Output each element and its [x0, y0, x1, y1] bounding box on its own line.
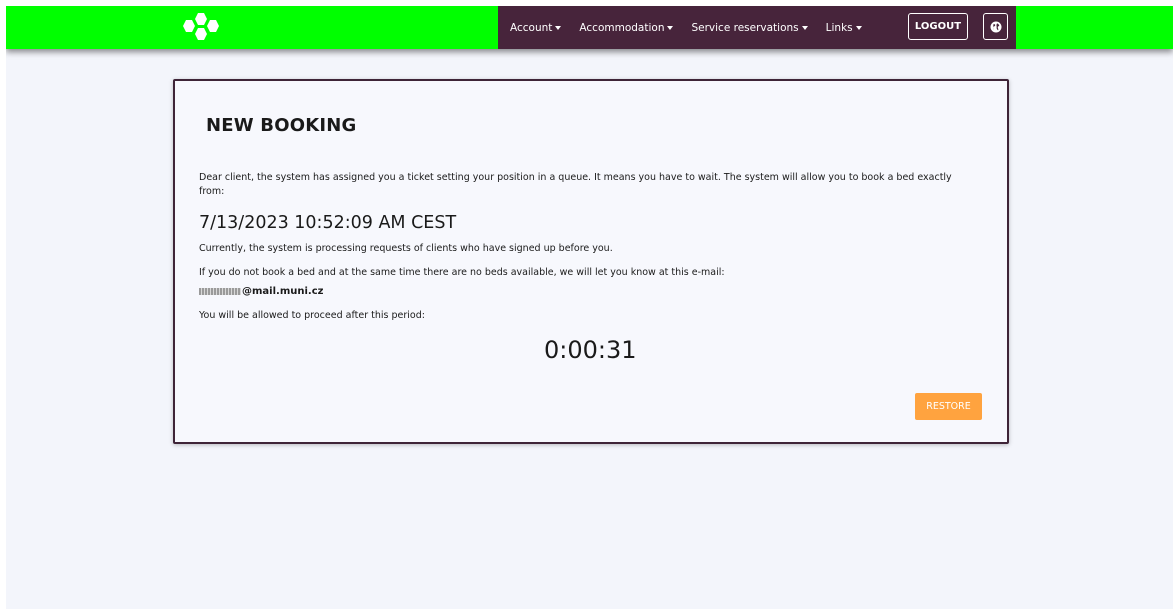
nav-accommodation-dropdown[interactable]: Accommodation [579, 21, 674, 34]
top-navigation-bar: Account Accommodation Service reservatio… [6, 6, 1173, 49]
proceed-period-text: You will be allowed to proceed after thi… [199, 310, 425, 321]
hexagon-logo-icon[interactable] [178, 12, 230, 42]
nav-account-label: Account [510, 21, 553, 34]
queue-intro-text: Dear client, the system has assigned you… [199, 172, 952, 197]
booking-start-time: 7/13/2023 10:52:09 AM CEST [199, 213, 457, 233]
countdown-timer: 0:00:31 [544, 336, 637, 364]
restore-button[interactable]: RESTORE [915, 393, 982, 420]
new-booking-card: NEW BOOKING Dear client, the system has … [173, 79, 1009, 444]
processing-status-text: Currently, the system is processing requ… [199, 243, 613, 254]
nav-service-reservations-label: Service reservations [691, 21, 799, 34]
page-title: NEW BOOKING [206, 115, 357, 136]
caret-down-icon [555, 25, 562, 30]
caret-down-icon [667, 25, 674, 30]
email-address: @mail.muni.cz [199, 286, 323, 297]
caret-down-icon [801, 25, 808, 30]
main-nav: Account Accommodation Service reservatio… [498, 6, 1016, 49]
caret-down-icon [855, 25, 862, 30]
page: Account Accommodation Service reservatio… [6, 6, 1173, 609]
nav-accommodation-label: Accommodation [579, 21, 665, 34]
nav-account-dropdown[interactable]: Account [510, 21, 562, 34]
logout-button[interactable]: LOGOUT [908, 13, 968, 40]
nav-links-dropdown[interactable]: Links [826, 22, 862, 34]
notification-text: If you do not book a bed and at the same… [199, 267, 725, 278]
globe-icon [990, 21, 1001, 32]
language-button[interactable] [983, 13, 1008, 40]
nav-service-reservations-dropdown[interactable]: Service reservations [691, 21, 808, 34]
redacted-username [199, 288, 241, 295]
email-domain: @mail.muni.cz [242, 286, 324, 297]
nav-links-label: Links [825, 21, 853, 34]
